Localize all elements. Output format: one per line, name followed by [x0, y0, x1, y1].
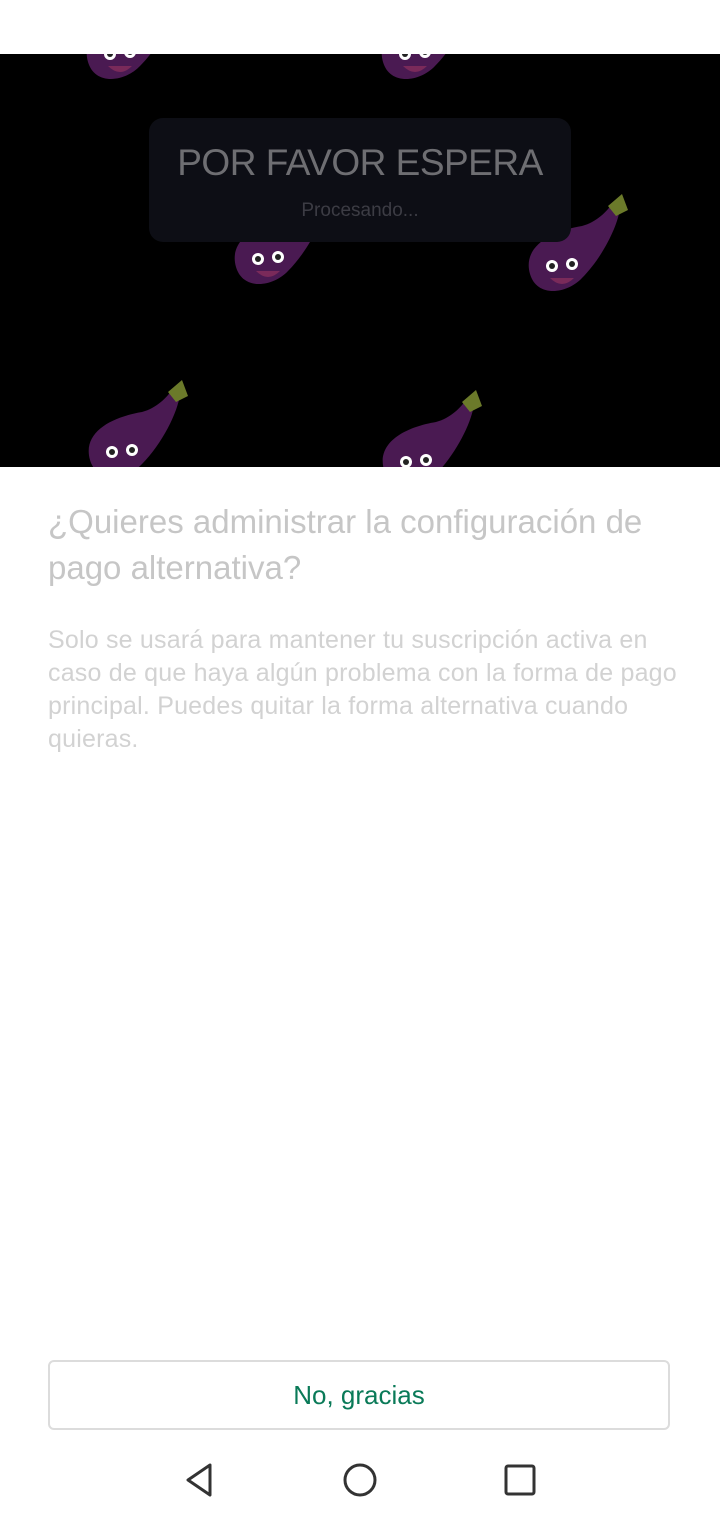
dialog-subtitle: Procesando...	[301, 200, 419, 221]
please-wait-dialog: POR FAVOR ESPERA Procesando...	[149, 118, 571, 242]
home-circle-icon[interactable]	[340, 1460, 380, 1500]
status-bar	[0, 0, 720, 54]
eggplant-icon	[70, 54, 200, 104]
no-thanks-button[interactable]: No, gracias	[48, 1360, 670, 1430]
sheet-title: ¿Quieres administrar la configuración de…	[48, 503, 643, 586]
eggplant-icon	[366, 382, 496, 467]
payment-bottom-sheet: ¿Quieres administrar la configuración de…	[0, 467, 720, 1520]
dialog-title: POR FAVOR ESPERA	[177, 142, 543, 183]
system-nav-bar	[0, 1440, 720, 1520]
recents-square-icon[interactable]	[500, 1460, 540, 1500]
sheet-description: Solo se usará para mantener tu suscripci…	[48, 626, 677, 753]
back-triangle-icon[interactable]	[180, 1460, 220, 1500]
eggplant-icon	[365, 54, 495, 104]
app-background: POR FAVOR ESPERA Procesando...	[0, 54, 720, 467]
eggplant-icon	[72, 372, 202, 467]
